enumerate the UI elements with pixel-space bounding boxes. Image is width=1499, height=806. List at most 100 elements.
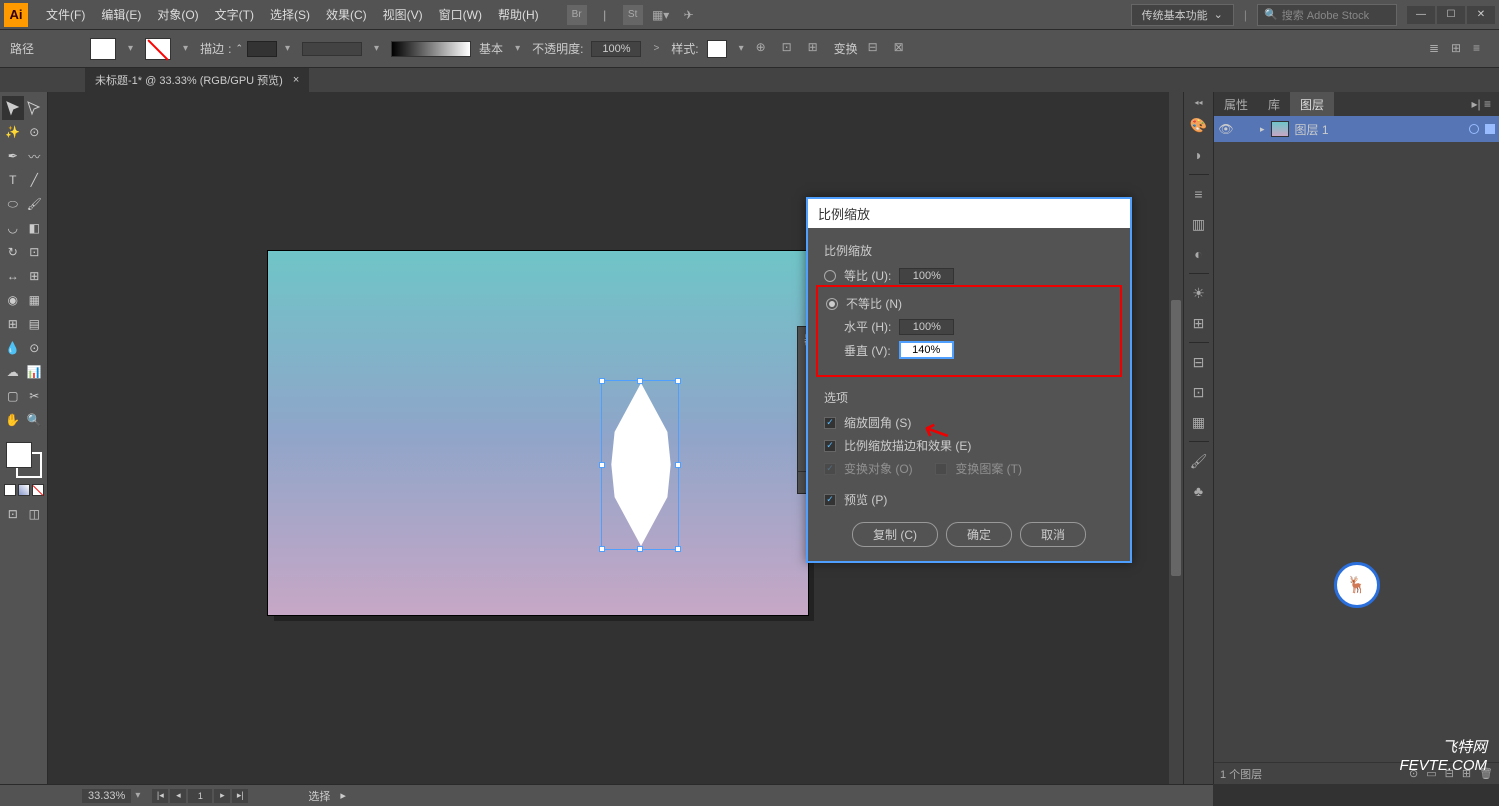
stroke-width-input[interactable] (247, 41, 277, 57)
hand-tool[interactable]: ✋ (2, 408, 24, 432)
fill-stroke-control[interactable] (2, 440, 45, 480)
none-mode[interactable] (32, 484, 44, 496)
color-mode[interactable] (4, 484, 16, 496)
gradient-tool[interactable]: ▤ (24, 312, 46, 336)
handle-br[interactable] (675, 546, 681, 552)
panel-opt2-icon[interactable]: ⊞ (1451, 41, 1467, 57)
menu-object[interactable]: 对象(O) (149, 0, 206, 30)
menu-edit[interactable]: 编辑(E) (93, 0, 149, 30)
stroke-panel-icon[interactable]: ≡ (1186, 181, 1212, 207)
uniform-input[interactable] (899, 268, 954, 284)
graph-tool[interactable]: 📊 (24, 360, 46, 384)
symbols-icon[interactable]: ♣ (1186, 478, 1212, 504)
ok-button[interactable]: 确定 (946, 522, 1012, 547)
stock-icon[interactable]: St (623, 5, 643, 25)
direct-selection-tool[interactable] (24, 96, 46, 120)
canvas[interactable]: 器▸▸ ▾≡ 扩展 ⊡⊟ 比例缩放 比例缩放 等比 (U): 不等比 (N) 水… (48, 92, 1183, 784)
panel-menu-icon[interactable]: ▸| ≡ (1464, 97, 1499, 111)
draw-mode[interactable]: ◫ (24, 502, 46, 526)
paintbrush-tool[interactable]: 🖌 (24, 192, 46, 216)
graphic-styles-icon[interactable]: ⊞ (1186, 310, 1212, 336)
workspace-switcher[interactable]: 传统基本功能⌄ (1131, 4, 1234, 26)
perspective-tool[interactable]: ▦ (24, 288, 46, 312)
transparency-icon[interactable]: ◐ (1186, 241, 1212, 267)
misc-icon[interactable]: ⊠ (894, 40, 910, 56)
recolor-icon[interactable]: ⊕ (756, 40, 772, 56)
gradient-mode[interactable] (18, 484, 30, 496)
status-dropdown-icon[interactable]: ▸ (340, 789, 346, 802)
dock-collapse-icon[interactable]: ◂◂ (1186, 96, 1212, 108)
color-guide-icon[interactable]: ◗ (1186, 142, 1212, 168)
eyedropper-tool[interactable]: 💧 (2, 336, 24, 360)
visibility-icon[interactable]: 👁 (1218, 121, 1234, 137)
align-panel-icon[interactable]: ⊟ (1186, 349, 1212, 375)
opacity-input[interactable] (591, 41, 641, 57)
vertical-input[interactable] (899, 341, 954, 359)
menu-effect[interactable]: 效果(C) (318, 0, 375, 30)
zoom-level[interactable]: 33.33% (82, 789, 131, 803)
screen-mode[interactable]: ⊡ (2, 502, 24, 526)
menu-file[interactable]: 文件(F) (38, 0, 93, 30)
gpu-icon[interactable]: ✈ (679, 5, 699, 25)
gradient-panel-icon[interactable]: ▥ (1186, 211, 1212, 237)
scale-corners-check[interactable] (824, 417, 836, 429)
zoom-tool[interactable]: 🔍 (24, 408, 46, 432)
artboard-tool[interactable]: ▢ (2, 384, 24, 408)
layer-name[interactable]: 图层 1 (1295, 121, 1329, 138)
properties-tab[interactable]: 属性 (1214, 92, 1258, 116)
brush-def[interactable] (391, 41, 471, 57)
scale-tool[interactable]: ⊡ (24, 240, 46, 264)
vertical-scrollbar[interactable] (1169, 92, 1183, 784)
color-panel-icon[interactable]: 🎨 (1186, 112, 1212, 138)
prev-artboard-icon[interactable]: ◂ (170, 789, 186, 803)
fill-color[interactable] (6, 442, 32, 468)
slice-tool[interactable]: ✂ (24, 384, 46, 408)
transform-panel-icon[interactable]: ⊡ (1186, 379, 1212, 405)
curvature-tool[interactable]: 〰 (24, 144, 46, 168)
handle-mr[interactable] (675, 462, 681, 468)
next-artboard-icon[interactable]: ▸ (214, 789, 230, 803)
pathfinder-icon[interactable]: ▦ (1186, 409, 1212, 435)
target-icon[interactable] (1469, 124, 1479, 134)
blend-tool[interactable]: ⊙ (24, 336, 46, 360)
rectangle-tool[interactable]: ⬭ (2, 192, 24, 216)
selection-tool[interactable] (2, 96, 24, 120)
document-tab[interactable]: 未标题-1* @ 33.33% (RGB/GPU 预览) × (85, 68, 309, 92)
panel-menu-icon[interactable]: ≡ (1473, 41, 1489, 57)
close-tab-icon[interactable]: × (293, 74, 299, 86)
stroke-swatch[interactable] (145, 38, 171, 60)
first-artboard-icon[interactable]: |◂ (152, 789, 168, 803)
shape-builder-tool[interactable]: ◉ (2, 288, 24, 312)
handle-bl[interactable] (599, 546, 605, 552)
uniform-radio[interactable] (824, 270, 836, 282)
nonuniform-radio[interactable] (826, 298, 838, 310)
handle-tr[interactable] (675, 378, 681, 384)
libraries-tab[interactable]: 库 (1258, 92, 1290, 116)
line-tool[interactable]: ╱ (24, 168, 46, 192)
menu-type[interactable]: 文字(T) (207, 0, 262, 30)
preview-check[interactable] (824, 494, 836, 506)
panel-opt1-icon[interactable]: ≣ (1429, 41, 1445, 57)
cancel-button[interactable]: 取消 (1020, 522, 1086, 547)
menu-select[interactable]: 选择(S) (262, 0, 318, 30)
graphic-style[interactable] (707, 40, 727, 58)
last-artboard-icon[interactable]: ▸| (232, 789, 248, 803)
layers-tab[interactable]: 图层 (1290, 92, 1334, 116)
symbol-tool[interactable]: ☁ (2, 360, 24, 384)
scroll-thumb[interactable] (1171, 300, 1181, 577)
appearance-icon[interactable]: ☀ (1186, 280, 1212, 306)
maximize-button[interactable]: ☐ (1437, 6, 1465, 24)
rotate-tool[interactable]: ↻ (2, 240, 24, 264)
artboard-number[interactable]: 1 (188, 789, 212, 803)
shape-icon[interactable]: ⊞ (808, 40, 824, 56)
arrange-icon[interactable]: ▦▾ (651, 5, 671, 25)
eraser-tool[interactable]: ◧ (24, 216, 46, 240)
brushes-icon[interactable]: 🖌 (1186, 448, 1212, 474)
transform-label[interactable]: 变换 (834, 40, 858, 57)
menu-window[interactable]: 窗口(W) (431, 0, 490, 30)
mesh-tool[interactable]: ⊞ (2, 312, 24, 336)
isolate-icon[interactable]: ⊟ (868, 40, 884, 56)
bridge-icon[interactable]: Br (567, 5, 587, 25)
pen-tool[interactable]: ✒ (2, 144, 24, 168)
shaper-tool[interactable]: ◡ (2, 216, 24, 240)
